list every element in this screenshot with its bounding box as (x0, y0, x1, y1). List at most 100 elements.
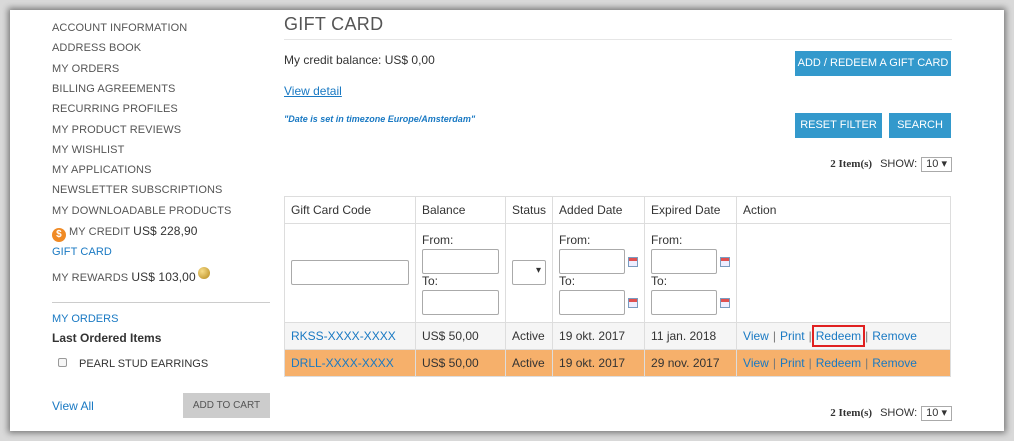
balance-from-input[interactable] (422, 249, 499, 274)
expired-date-cell: 11 jan. 2018 (644, 322, 738, 350)
item-checkbox[interactable] (58, 358, 67, 367)
pager-bottom: 2 Item(s) SHOW: 10 ▾ (830, 406, 952, 421)
action-separator: | (772, 356, 776, 370)
added-date-cell: 19 okt. 2017 (552, 322, 646, 350)
header-expired-date: Expired Date (644, 196, 738, 224)
print-action-link[interactable]: Print (780, 356, 805, 370)
remove-action-link[interactable]: Remove (872, 329, 917, 343)
nav-my-rewards[interactable]: MY REWARDS US$ 103,00 (52, 267, 210, 284)
added-from-label: From: (559, 233, 591, 247)
table-header-row: Gift Card Code Balance Status Added Date… (284, 196, 951, 224)
balance-cell: US$ 50,00 (415, 349, 506, 377)
page-frame: ACCOUNT INFORMATION ADDRESS BOOK MY ORDE… (10, 10, 1004, 431)
action-separator: | (772, 329, 776, 343)
nav-my-downloadable-products[interactable]: MY DOWNLOADABLE PRODUCTS (52, 205, 231, 217)
added-to-input[interactable] (559, 290, 626, 315)
nav-address-book[interactable]: ADDRESS BOOK (52, 42, 141, 54)
view-action-link[interactable]: View (743, 356, 769, 370)
filter-status-cell (504, 223, 554, 323)
header-gift-card-code: Gift Card Code (284, 196, 416, 224)
last-ordered-heading: Last Ordered Items (52, 331, 162, 345)
header-action: Action (736, 196, 951, 224)
redeem-action-link[interactable]: Redeem (811, 325, 866, 347)
balance-from-label: From: (422, 233, 454, 247)
page-size-select[interactable]: 10 ▾ (921, 157, 952, 172)
filter-row: From: To: From: To: F (284, 223, 951, 323)
added-from-field (559, 249, 639, 274)
added-from-input[interactable] (559, 249, 626, 274)
calendar-icon[interactable] (720, 256, 731, 267)
reward-point-icon (197, 267, 210, 279)
add-redeem-gift-card-button[interactable]: ADD / REDEEM A GIFT CARD (795, 51, 951, 76)
header-balance: Balance (415, 196, 506, 224)
header-added-date: Added Date (552, 196, 646, 224)
expired-from-input[interactable] (651, 249, 718, 274)
page-title: GIFT CARD (284, 14, 384, 34)
nav-my-credit[interactable]: $ MY CREDIT US$ 228,90 (52, 224, 198, 242)
my-rewards-amount: US$ 103,00 (131, 270, 196, 284)
nav-my-applications[interactable]: MY APPLICATIONS (52, 164, 152, 176)
gift-card-code-link[interactable]: DRLL-XXXX-XXXX (291, 356, 394, 370)
expired-to-input[interactable] (651, 290, 718, 315)
view-detail-link[interactable]: View detail (284, 84, 342, 98)
redeem-action-link[interactable]: Redeem (816, 356, 861, 370)
my-rewards-label: MY REWARDS (52, 272, 129, 284)
status-cell: Active (504, 349, 554, 377)
gift-card-code-filter-input[interactable] (291, 260, 409, 285)
filter-added-cell: From: To: (552, 223, 646, 323)
my-orders-heading[interactable]: MY ORDERS (52, 313, 118, 325)
action-cell: View | Print | Redeem | Remove (736, 349, 951, 377)
item-count: 2 Item(s) (830, 407, 873, 419)
calendar-icon[interactable] (628, 297, 639, 308)
added-to-field (559, 290, 639, 315)
table-row: RKSS-XXXX-XXXX US$ 50,00 Active 19 okt. … (284, 322, 951, 350)
item-count: 2 Item(s) (830, 158, 873, 170)
filter-balance-cell: From: To: (415, 223, 506, 323)
sidebar-divider (52, 302, 270, 303)
reset-filter-button[interactable]: RESET FILTER (795, 113, 882, 138)
pager-top: 2 Item(s) SHOW: 10 ▾ (830, 157, 952, 172)
nav-gift-card[interactable]: GIFT CARD (52, 246, 112, 258)
action-cell: View | Print | Redeem | Remove (736, 322, 951, 350)
expired-to-field (651, 290, 731, 315)
page-size-select[interactable]: 10 ▾ (921, 406, 952, 421)
nav-my-orders[interactable]: MY ORDERS (52, 63, 119, 75)
calendar-icon[interactable] (628, 256, 639, 267)
search-button[interactable]: SEARCH (889, 113, 951, 138)
expired-from-field (651, 249, 731, 274)
status-filter-select[interactable] (512, 260, 546, 285)
added-to-label: To: (559, 274, 576, 288)
add-to-cart-button[interactable]: ADD TO CART (183, 393, 270, 418)
nav-newsletter-subscriptions[interactable]: NEWSLETTER SUBSCRIPTIONS (52, 184, 222, 196)
nav-my-wishlist[interactable]: MY WISHLIST (52, 144, 124, 156)
balance-to-label: To: (422, 274, 439, 288)
nav-my-product-reviews[interactable]: MY PRODUCT REVIEWS (52, 124, 181, 136)
gift-card-code-link[interactable]: RKSS-XXXX-XXXX (291, 329, 396, 343)
balance-cell: US$ 50,00 (415, 322, 506, 350)
nav-billing-agreements[interactable]: BILLING AGREEMENTS (52, 83, 175, 95)
balance-to-input[interactable] (422, 290, 499, 315)
header-status: Status (504, 196, 554, 224)
action-separator: | (808, 329, 812, 343)
nav-account-information[interactable]: ACCOUNT INFORMATION (52, 22, 187, 34)
table-row: DRLL-XXXX-XXXX US$ 50,00 Active 19 okt. … (284, 349, 951, 377)
filter-action-cell (736, 223, 951, 323)
action-separator: | (865, 356, 869, 370)
timezone-note: "Date is set in timezone Europe/Amsterda… (284, 114, 476, 124)
gift-card-table: Gift Card Code Balance Status Added Date… (284, 196, 951, 377)
status-cell: Active (504, 322, 554, 350)
show-label: SHOW: (880, 158, 918, 170)
filter-expired-cell: From: To: (644, 223, 738, 323)
last-ordered-item-name[interactable]: PEARL STUD EARRINGS (79, 358, 208, 370)
view-all-link[interactable]: View All (52, 399, 94, 413)
remove-action-link[interactable]: Remove (872, 356, 917, 370)
my-credit-label: MY CREDIT (69, 226, 131, 238)
nav-recurring-profiles[interactable]: RECURRING PROFILES (52, 103, 178, 115)
calendar-icon[interactable] (720, 297, 731, 308)
view-action-link[interactable]: View (743, 329, 769, 343)
title-divider (284, 39, 952, 40)
show-label: SHOW: (880, 407, 918, 419)
dollar-coin-icon: $ (52, 228, 66, 242)
print-action-link[interactable]: Print (780, 329, 805, 343)
added-date-cell: 19 okt. 2017 (552, 349, 646, 377)
